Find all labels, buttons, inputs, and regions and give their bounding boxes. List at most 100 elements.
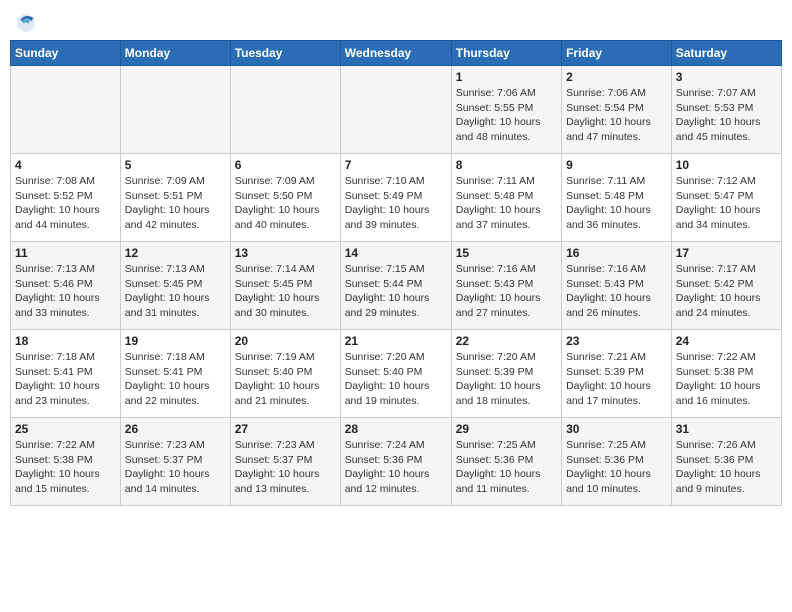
day-number: 30 [566, 422, 667, 436]
day-number: 7 [345, 158, 447, 172]
day-number: 2 [566, 70, 667, 84]
day-number: 18 [15, 334, 116, 348]
calendar-cell: 28Sunrise: 7:24 AM Sunset: 5:36 PM Dayli… [340, 418, 451, 506]
calendar-cell: 24Sunrise: 7:22 AM Sunset: 5:38 PM Dayli… [671, 330, 781, 418]
calendar-cell: 2 Sunrise: 7:06 AM Sunset: 5:54 PM Daylig… [562, 66, 672, 154]
header-row: SundayMondayTuesdayWednesdayThursdayFrid… [11, 41, 782, 66]
page-header [10, 10, 782, 34]
calendar-cell: 21Sunrise: 7:20 AM Sunset: 5:40 PM Dayli… [340, 330, 451, 418]
header-cell-monday: Monday [120, 41, 230, 66]
day-number: 14 [345, 246, 447, 260]
day-info: Sunrise: 7:21 AM Sunset: 5:39 PM Dayligh… [566, 350, 667, 409]
day-info: Sunrise: 7:06 AM Sunset: 5:54 PM Dayligh… [566, 86, 667, 145]
day-number: 25 [15, 422, 116, 436]
calendar-cell: 7 Sunrise: 7:10 AM Sunset: 5:49 PM Daylig… [340, 154, 451, 242]
calendar-cell: 29Sunrise: 7:25 AM Sunset: 5:36 PM Dayli… [451, 418, 561, 506]
day-number: 13 [235, 246, 336, 260]
day-number: 27 [235, 422, 336, 436]
calendar-cell: 22 Sunrise: 7:20 AM Sunset: 5:39 PM Dayli… [451, 330, 561, 418]
calendar-cell: 26 Sunrise: 7:23 AM Sunset: 5:37 PM Dayli… [120, 418, 230, 506]
day-number: 8 [456, 158, 557, 172]
day-number: 12 [125, 246, 226, 260]
day-number: 24 [676, 334, 777, 348]
day-info: Sunrise: 7:14 AM Sunset: 5:45 PM Dayligh… [235, 262, 336, 321]
day-info: Sunrise: 7:23 AM Sunset: 5:37 PM Dayligh… [125, 438, 226, 497]
calendar-cell: 15 Sunrise: 7:16 AM Sunset: 5:43 PM Dayli… [451, 242, 561, 330]
day-info: Sunrise: 7:19 AM Sunset: 5:40 PM Dayligh… [235, 350, 336, 409]
day-number: 19 [125, 334, 226, 348]
week-row-5: 25 Sunrise: 7:22 AM Sunset: 5:38 PM Dayli… [11, 418, 782, 506]
calendar-cell [230, 66, 340, 154]
week-row-1: 1 Sunrise: 7:06 AM Sunset: 5:55 PM Daylig… [11, 66, 782, 154]
week-row-2: 4Sunrise: 7:08 AM Sunset: 5:52 PM Daylig… [11, 154, 782, 242]
calendar-header: SundayMondayTuesdayWednesdayThursdayFrid… [11, 41, 782, 66]
calendar-cell: 27 Sunrise: 7:23 AM Sunset: 5:37 PM Dayli… [230, 418, 340, 506]
logo [14, 10, 42, 34]
logo-icon [14, 10, 38, 34]
day-info: Sunrise: 7:18 AM Sunset: 5:41 PM Dayligh… [125, 350, 226, 409]
day-info: Sunrise: 7:11 AM Sunset: 5:48 PM Dayligh… [566, 174, 667, 233]
day-info: Sunrise: 7:18 AM Sunset: 5:41 PM Dayligh… [15, 350, 116, 409]
day-info: Sunrise: 7:07 AM Sunset: 5:53 PM Dayligh… [676, 86, 777, 145]
day-number: 15 [456, 246, 557, 260]
day-number: 11 [15, 246, 116, 260]
day-info: Sunrise: 7:16 AM Sunset: 5:43 PM Dayligh… [456, 262, 557, 321]
header-cell-wednesday: Wednesday [340, 41, 451, 66]
day-number: 23 [566, 334, 667, 348]
calendar-cell: 25 Sunrise: 7:22 AM Sunset: 5:38 PM Dayli… [11, 418, 121, 506]
day-number: 26 [125, 422, 226, 436]
day-info: Sunrise: 7:26 AM Sunset: 5:36 PM Dayligh… [676, 438, 777, 497]
header-cell-friday: Friday [562, 41, 672, 66]
day-info: Sunrise: 7:13 AM Sunset: 5:46 PM Dayligh… [15, 262, 116, 321]
day-info: Sunrise: 7:11 AM Sunset: 5:48 PM Dayligh… [456, 174, 557, 233]
week-row-4: 18 Sunrise: 7:18 AM Sunset: 5:41 PM Dayli… [11, 330, 782, 418]
calendar-cell: 17 Sunrise: 7:17 AM Sunset: 5:42 PM Dayli… [671, 242, 781, 330]
calendar-cell [340, 66, 451, 154]
day-info: Sunrise: 7:17 AM Sunset: 5:42 PM Dayligh… [676, 262, 777, 321]
calendar-cell: 9 Sunrise: 7:11 AM Sunset: 5:48 PM Daylig… [562, 154, 672, 242]
calendar-cell: 16 Sunrise: 7:16 AM Sunset: 5:43 PM Dayli… [562, 242, 672, 330]
day-info: Sunrise: 7:09 AM Sunset: 5:51 PM Dayligh… [125, 174, 226, 233]
day-info: Sunrise: 7:25 AM Sunset: 5:36 PM Dayligh… [566, 438, 667, 497]
day-number: 9 [566, 158, 667, 172]
day-info: Sunrise: 7:23 AM Sunset: 5:37 PM Dayligh… [235, 438, 336, 497]
calendar-table: SundayMondayTuesdayWednesdayThursdayFrid… [10, 40, 782, 506]
calendar-cell: 23 Sunrise: 7:21 AM Sunset: 5:39 PM Dayli… [562, 330, 672, 418]
day-info: Sunrise: 7:20 AM Sunset: 5:39 PM Dayligh… [456, 350, 557, 409]
calendar-cell [120, 66, 230, 154]
calendar-cell: 13 Sunrise: 7:14 AM Sunset: 5:45 PM Dayli… [230, 242, 340, 330]
day-info: Sunrise: 7:06 AM Sunset: 5:55 PM Dayligh… [456, 86, 557, 145]
day-number: 20 [235, 334, 336, 348]
calendar-cell: 1 Sunrise: 7:06 AM Sunset: 5:55 PM Daylig… [451, 66, 561, 154]
day-number: 3 [676, 70, 777, 84]
calendar-cell: 8 Sunrise: 7:11 AM Sunset: 5:48 PM Daylig… [451, 154, 561, 242]
day-number: 10 [676, 158, 777, 172]
header-cell-saturday: Saturday [671, 41, 781, 66]
day-number: 17 [676, 246, 777, 260]
day-number: 28 [345, 422, 447, 436]
day-info: Sunrise: 7:13 AM Sunset: 5:45 PM Dayligh… [125, 262, 226, 321]
day-number: 22 [456, 334, 557, 348]
header-cell-thursday: Thursday [451, 41, 561, 66]
header-cell-tuesday: Tuesday [230, 41, 340, 66]
day-info: Sunrise: 7:22 AM Sunset: 5:38 PM Dayligh… [15, 438, 116, 497]
day-info: Sunrise: 7:09 AM Sunset: 5:50 PM Dayligh… [235, 174, 336, 233]
calendar-cell: 18 Sunrise: 7:18 AM Sunset: 5:41 PM Dayli… [11, 330, 121, 418]
calendar-cell: 31Sunrise: 7:26 AM Sunset: 5:36 PM Dayli… [671, 418, 781, 506]
calendar-cell: 19 Sunrise: 7:18 AM Sunset: 5:41 PM Dayli… [120, 330, 230, 418]
calendar-cell: 30 Sunrise: 7:25 AM Sunset: 5:36 PM Dayli… [562, 418, 672, 506]
day-number: 1 [456, 70, 557, 84]
day-number: 16 [566, 246, 667, 260]
day-info: Sunrise: 7:16 AM Sunset: 5:43 PM Dayligh… [566, 262, 667, 321]
calendar-cell: 3 Sunrise: 7:07 AM Sunset: 5:53 PM Daylig… [671, 66, 781, 154]
day-number: 21 [345, 334, 447, 348]
calendar-cell: 4Sunrise: 7:08 AM Sunset: 5:52 PM Daylig… [11, 154, 121, 242]
day-number: 29 [456, 422, 557, 436]
calendar-cell [11, 66, 121, 154]
day-info: Sunrise: 7:15 AM Sunset: 5:44 PM Dayligh… [345, 262, 447, 321]
calendar-cell: 10 Sunrise: 7:12 AM Sunset: 5:47 PM Dayli… [671, 154, 781, 242]
calendar-body: 1 Sunrise: 7:06 AM Sunset: 5:55 PM Daylig… [11, 66, 782, 506]
day-info: Sunrise: 7:12 AM Sunset: 5:47 PM Dayligh… [676, 174, 777, 233]
calendar-cell: 11 Sunrise: 7:13 AM Sunset: 5:46 PM Dayli… [11, 242, 121, 330]
day-info: Sunrise: 7:10 AM Sunset: 5:49 PM Dayligh… [345, 174, 447, 233]
